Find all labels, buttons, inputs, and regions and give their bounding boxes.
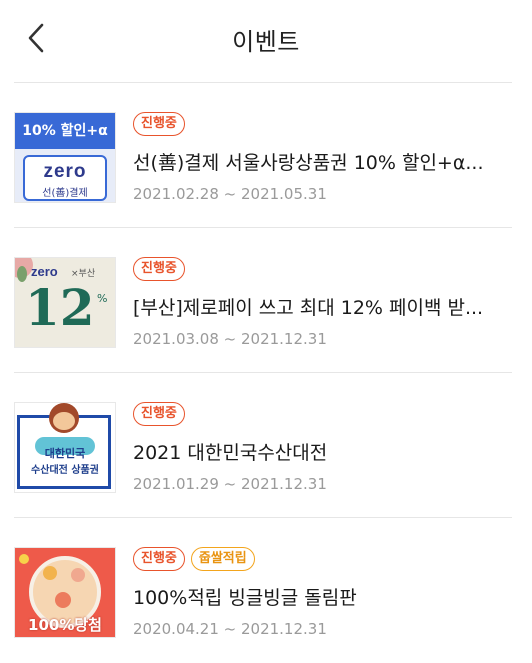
badge-group: 진행중 줍쌀적립: [133, 547, 512, 575]
event-date: 2020.04.21 ~ 2021.12.31: [133, 620, 327, 638]
event-item[interactable]: zero ×부산 12 % 진행중 [부산]제로페이 쓰고 최대 12% 페이백…: [0, 228, 532, 373]
event-date: 2021.01.29 ~ 2021.12.31: [133, 475, 327, 493]
event-thumbnail: zero ×부산 12 %: [14, 257, 116, 348]
event-title: 2021 대한민국수산대전: [133, 442, 328, 464]
reward-badge: 줍쌀적립: [190, 547, 255, 571]
thumb-percent: %: [97, 292, 108, 305]
event-thumbnail: 100%당첨: [14, 547, 116, 638]
event-list: 10% 할인+α zero 선(善)결제 진행중 선(善)결제 서울사랑상품권 …: [0, 83, 532, 663]
status-badge: 진행중: [133, 402, 185, 426]
thumb-sub-text: 선(善)결제: [42, 188, 88, 199]
badge-group: 진행중: [133, 257, 512, 285]
event-info: 진행중 [부산]제로페이 쓰고 최대 12% 페이백 받... 2021.03.…: [133, 257, 512, 348]
badge-group: 진행중: [133, 402, 512, 430]
thumb-big-number: 12: [25, 278, 95, 337]
event-title: 100%적립 빙글빙글 돌림판: [133, 587, 357, 609]
zero-logo: zero: [31, 264, 58, 279]
status-badge: 진행중: [133, 112, 185, 136]
thumb-win-text: 100%당첨: [28, 616, 102, 634]
event-item[interactable]: 100%당첨 진행중 줍쌀적립 100%적립 빙글빙글 돌림판 2020.04.…: [0, 518, 532, 663]
zero-logo: zero: [43, 161, 87, 182]
event-info: 진행중 선(善)결제 서울사랑상품권 10% 할인+α... 2021.02.2…: [133, 112, 512, 203]
status-badge: 진행중: [133, 257, 185, 281]
thumb-discount-text: 10% 할인+α: [22, 123, 108, 139]
event-info: 진행중 2021 대한민국수산대전 2021.01.29 ~ 2021.12.3…: [133, 402, 512, 493]
event-date: 2021.02.28 ~ 2021.05.31: [133, 185, 327, 203]
event-item[interactable]: 대한민국 수산대전 상품권 진행중 2021 대한민국수산대전 2021.01.…: [0, 373, 532, 518]
thumb-line1: 대한민국: [44, 447, 86, 460]
badge-group: 진행중: [133, 112, 512, 140]
page-title: 이벤트: [232, 28, 300, 56]
event-item[interactable]: 10% 할인+α zero 선(善)결제 진행중 선(善)결제 서울사랑상품권 …: [0, 83, 532, 228]
event-thumbnail: 대한민국 수산대전 상품권: [14, 402, 116, 493]
event-title: 선(善)결제 서울사랑상품권 10% 할인+α...: [133, 152, 484, 174]
event-date: 2021.03.08 ~ 2021.12.31: [133, 330, 327, 348]
event-info: 진행중 줍쌀적립 100%적립 빙글빙글 돌림판 2020.04.21 ~ 20…: [133, 547, 512, 638]
app-header: 이벤트: [0, 0, 532, 82]
event-title: [부산]제로페이 쓰고 최대 12% 페이백 받...: [133, 297, 484, 319]
event-thumbnail: 10% 할인+α zero 선(善)결제: [14, 112, 116, 203]
status-badge: 진행중: [133, 547, 185, 571]
thumb-line2: 수산대전 상품권: [31, 465, 99, 476]
